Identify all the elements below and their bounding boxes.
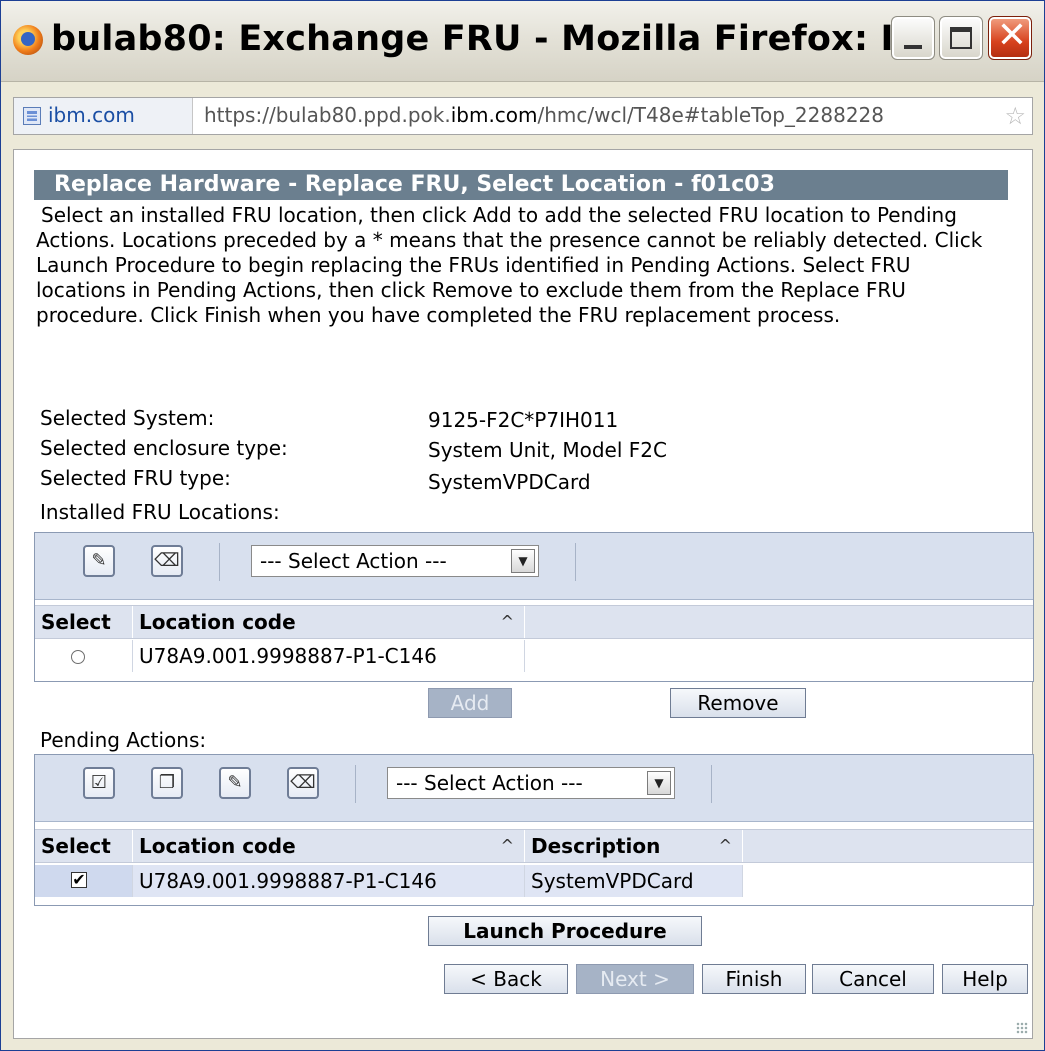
finish-button[interactable]: Finish bbox=[702, 964, 806, 994]
installed-select-action[interactable]: --- Select Action --- ▼ bbox=[251, 545, 539, 577]
chevron-down-icon[interactable]: ▼ bbox=[647, 771, 671, 795]
clear-sort-icon: ⌫ bbox=[290, 772, 316, 793]
select-all-icon: ☑ bbox=[90, 772, 108, 793]
site-identity-button[interactable]: ibm.com bbox=[14, 98, 193, 134]
col-location-label: Location code bbox=[139, 610, 296, 634]
edit-sort-button[interactable]: ✎ bbox=[219, 767, 251, 799]
location-cell: U78A9.001.9998887-P1-C146 bbox=[133, 640, 525, 672]
deselect-all-button[interactable]: ❐ bbox=[151, 767, 183, 799]
enclosure-type-label: Selected enclosure type: bbox=[40, 436, 288, 460]
url-text[interactable]: https://bulab80.ppd.pok.ibm.com/hmc/wcl/… bbox=[204, 103, 1004, 127]
close-icon: ✕ bbox=[996, 15, 1028, 56]
select-action-label: --- Select Action --- bbox=[396, 771, 583, 795]
row-radio[interactable] bbox=[71, 650, 85, 664]
fru-type-value: SystemVPDCard bbox=[428, 470, 591, 494]
launch-procedure-button[interactable]: Launch Procedure bbox=[428, 916, 702, 946]
title-bar[interactable]: bulab80: Exchange FRU - Mozilla Firefox:… bbox=[1, 1, 1044, 82]
col-select-header: Select bbox=[35, 606, 133, 638]
col-description-label: Description bbox=[531, 834, 661, 858]
installed-locations-label: Installed FRU Locations: bbox=[40, 500, 280, 524]
maximize-icon bbox=[950, 27, 972, 49]
col-location-label: Location code bbox=[139, 834, 296, 858]
fru-type-label: Selected FRU type: bbox=[40, 466, 231, 490]
selected-system-label: Selected System: bbox=[40, 406, 215, 430]
site-identity-label: ibm.com bbox=[48, 103, 135, 127]
help-button[interactable]: Help bbox=[942, 964, 1028, 994]
enclosure-type-value: System Unit, Model F2C bbox=[428, 438, 667, 462]
page-content: Replace Hardware - Replace FRU, Select L… bbox=[13, 149, 1034, 1039]
toolbar-separator bbox=[575, 543, 576, 581]
add-button[interactable]: Add bbox=[428, 688, 512, 718]
close-button[interactable]: ✕ bbox=[988, 15, 1032, 60]
pending-actions-table: ☑ ❐ ✎ ⌫ --- Select Action --- ▼ Select L… bbox=[34, 754, 1034, 906]
instructions-text: Select an installed FRU location, then c… bbox=[36, 203, 983, 327]
page-title: Replace Hardware - Replace FRU, Select L… bbox=[34, 170, 1008, 200]
window-title: bulab80: Exchange FRU - Mozilla Firefox:… bbox=[51, 19, 935, 59]
pending-table-toolbar: ☑ ❐ ✎ ⌫ --- Select Action --- ▼ bbox=[35, 755, 1033, 822]
site-identity-icon bbox=[23, 107, 41, 125]
clear-sort-button[interactable]: ⌫ bbox=[151, 545, 183, 577]
url-domain: ibm.com bbox=[450, 103, 538, 127]
minimize-icon bbox=[904, 45, 922, 49]
pending-actions-label: Pending Actions: bbox=[40, 728, 207, 752]
installed-table-toolbar: ✎ ⌫ --- Select Action --- ▼ bbox=[35, 533, 1033, 600]
clear-sort-icon: ⌫ bbox=[154, 550, 180, 571]
select-all-button[interactable]: ☑ bbox=[83, 767, 115, 799]
table-row[interactable]: ✔ U78A9.001.9998887-P1-C146 SystemVPDCar… bbox=[35, 865, 1033, 897]
col-description-header[interactable]: Description ^ bbox=[525, 830, 743, 862]
description-cell: SystemVPDCard bbox=[525, 865, 743, 897]
sort-icon[interactable]: ^ bbox=[501, 830, 514, 862]
firefox-icon bbox=[13, 25, 43, 55]
col-select-header: Select bbox=[35, 830, 133, 862]
remove-button[interactable]: Remove bbox=[670, 688, 806, 718]
next-button[interactable]: Next > bbox=[576, 964, 694, 994]
url-bar[interactable]: ibm.com https://bulab80.ppd.pok.ibm.com/… bbox=[13, 97, 1033, 135]
edit-sort-button[interactable]: ✎ bbox=[83, 545, 115, 577]
clear-sort-button[interactable]: ⌫ bbox=[287, 767, 319, 799]
minimize-button[interactable] bbox=[891, 16, 935, 60]
col-location-header[interactable]: Location code ^ bbox=[133, 830, 525, 862]
table-row[interactable]: U78A9.001.9998887-P1-C146 bbox=[35, 640, 1033, 672]
sort-icon[interactable]: ^ bbox=[501, 606, 514, 638]
sort-icon[interactable]: ^ bbox=[719, 830, 732, 862]
toolbar-separator bbox=[355, 765, 356, 803]
empty-cell bbox=[743, 865, 1033, 897]
select-cell: ✔ bbox=[35, 865, 133, 897]
select-cell bbox=[35, 640, 133, 672]
edit-sort-icon: ✎ bbox=[91, 550, 107, 571]
pending-table-header: Select Location code ^ Description ^ bbox=[35, 829, 1033, 863]
selected-system-value: 9125-F2C*P7IH011 bbox=[428, 408, 619, 432]
bookmark-star-icon[interactable]: ☆ bbox=[1004, 102, 1026, 130]
location-cell: U78A9.001.9998887-P1-C146 bbox=[133, 865, 525, 897]
cancel-button[interactable]: Cancel bbox=[812, 964, 934, 994]
maximize-button[interactable] bbox=[939, 16, 983, 60]
edit-sort-icon: ✎ bbox=[227, 772, 243, 793]
chevron-down-icon[interactable]: ▼ bbox=[511, 549, 535, 573]
toolbar-separator bbox=[711, 765, 712, 803]
deselect-all-icon: ❐ bbox=[158, 772, 176, 793]
browser-window: bulab80: Exchange FRU - Mozilla Firefox:… bbox=[0, 0, 1045, 1051]
resize-grip-icon[interactable] bbox=[1016, 1022, 1028, 1034]
url-prefix: https://bulab80.ppd.pok. bbox=[204, 103, 451, 127]
row-checkbox[interactable]: ✔ bbox=[71, 872, 87, 888]
col-location-header[interactable]: Location code ^ bbox=[133, 606, 525, 638]
back-button[interactable]: < Back bbox=[444, 964, 568, 994]
url-suffix: /hmc/wcl/T48e#tableTop_2288228 bbox=[537, 103, 884, 127]
toolbar-separator bbox=[219, 543, 220, 581]
select-action-label: --- Select Action --- bbox=[260, 549, 447, 573]
pending-select-action[interactable]: --- Select Action --- ▼ bbox=[387, 767, 675, 799]
installed-table-header: Select Location code ^ bbox=[35, 605, 1033, 639]
installed-fru-table: ✎ ⌫ --- Select Action --- ▼ Select Locat… bbox=[34, 532, 1034, 682]
